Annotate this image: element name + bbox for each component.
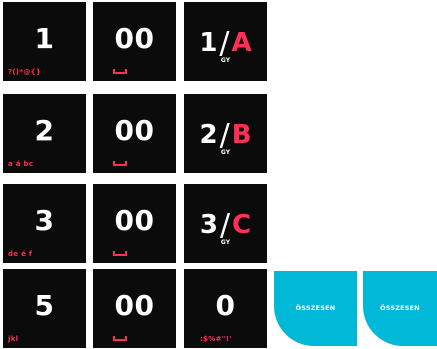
key-sub-label: ?()*@{}	[8, 68, 42, 76]
key-00[interactable]: 00	[93, 269, 176, 348]
combo-sub-label: GY	[220, 57, 231, 64]
total-button[interactable]: ÖSSZESEN	[274, 271, 357, 346]
total-label: ÖSSZESEN	[295, 304, 336, 312]
combo-separator: /	[219, 208, 231, 243]
key-digit: 2	[34, 114, 55, 147]
key-sub-label: jkl	[8, 335, 19, 343]
key-sub-label: a á bc	[8, 160, 34, 168]
combo-label: 3/C	[184, 206, 267, 243]
combo-letter: A	[231, 28, 252, 58]
combo-letter: C	[232, 210, 252, 240]
key-00[interactable]: 00	[93, 184, 176, 263]
key-2[interactable]: 2 a á bc	[3, 94, 86, 173]
key-digit: 1	[34, 22, 55, 55]
key-digit: 00	[114, 114, 155, 147]
key-00[interactable]: 00	[93, 2, 176, 81]
key-1[interactable]: 1 ?()*@{}	[3, 2, 86, 81]
space-icon	[113, 161, 127, 166]
combo-num: 2	[199, 120, 218, 150]
combo-separator: /	[219, 118, 230, 153]
space-icon	[113, 336, 127, 341]
combo-label: 2/B	[184, 116, 267, 153]
key-digit: 00	[114, 204, 155, 237]
key-5[interactable]: 5 jkl	[3, 269, 86, 348]
combo-separator: /	[219, 26, 230, 61]
combo-num: 1	[199, 28, 218, 58]
key-digit: 0	[215, 289, 236, 322]
total-label: ÖSSZESEN	[380, 304, 420, 312]
key-3-c[interactable]: 3/C GY	[184, 184, 267, 263]
combo-letter: B	[231, 120, 252, 150]
space-icon	[113, 69, 127, 74]
key-2-b[interactable]: 2/B GY	[184, 94, 267, 173]
key-sub-label: de é f	[8, 250, 33, 258]
total-button[interactable]: ÖSSZESEN	[363, 271, 437, 346]
key-1-a[interactable]: 1/A GY	[184, 2, 267, 81]
key-digit: 00	[114, 22, 155, 55]
combo-label: 1/A	[184, 24, 267, 61]
key-00[interactable]: 00	[93, 94, 176, 173]
key-digit: 3	[34, 204, 55, 237]
key-digit: 00	[114, 289, 155, 322]
key-3[interactable]: 3 de é f	[3, 184, 86, 263]
key-digit: 5	[34, 289, 55, 322]
space-icon	[113, 251, 127, 256]
key-0[interactable]: 0 :$%#"!'	[184, 269, 267, 348]
combo-sub-label: GY	[220, 149, 231, 156]
combo-sub-label: GY	[220, 239, 231, 246]
key-sub-label: :$%#"!'	[200, 335, 232, 343]
combo-num: 3	[199, 210, 218, 240]
